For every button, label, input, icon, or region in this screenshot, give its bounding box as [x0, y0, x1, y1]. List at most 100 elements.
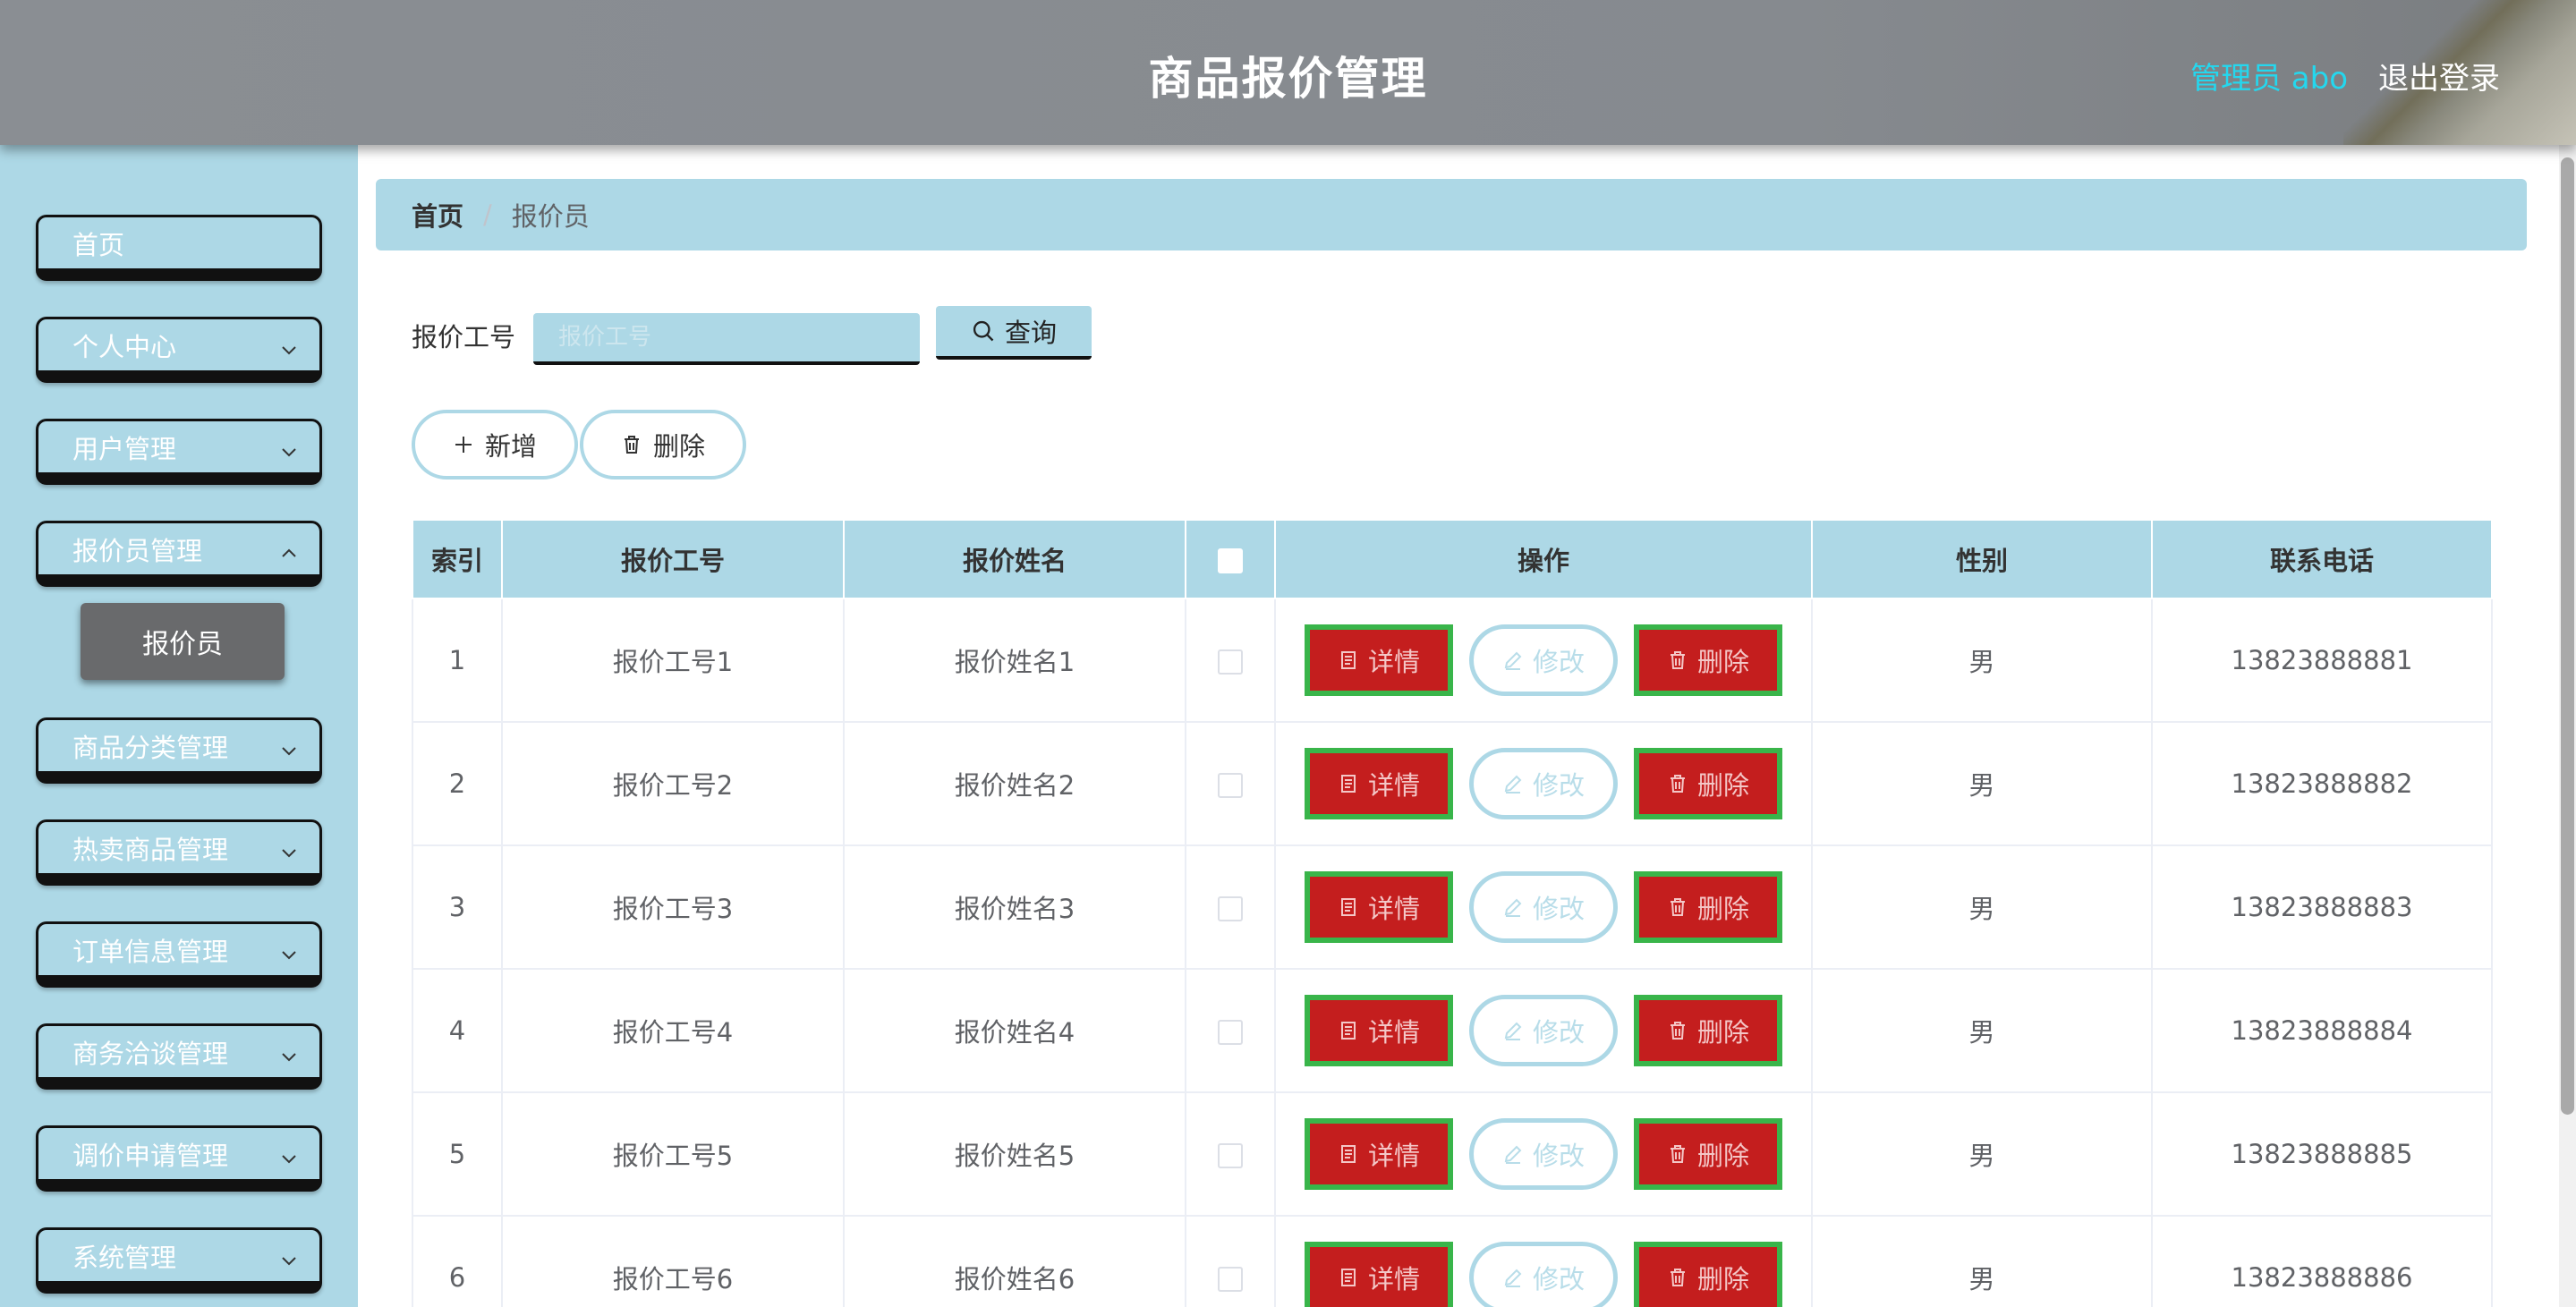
row-checkbox[interactable] [1218, 1020, 1243, 1045]
row-checkbox[interactable] [1218, 896, 1243, 921]
breadcrumb-current: 报价员 [511, 201, 590, 232]
cell-index: 1 [412, 598, 503, 723]
delete-button[interactable]: 删除 [1634, 1118, 1782, 1190]
edit-button[interactable]: 修改 [1469, 624, 1618, 696]
edit-button-label: 修改 [1532, 894, 1585, 924]
edit-button-label: 修改 [1532, 1141, 1585, 1171]
detail-button[interactable]: 详情 [1305, 995, 1453, 1066]
sidebar-item-system-management[interactable]: 系统管理 [36, 1227, 322, 1294]
trash-icon [1670, 775, 1685, 793]
sidebar-item-category-management[interactable]: 商品分类管理 [36, 717, 322, 784]
sidebar-item-hot-goods-management[interactable]: 热卖商品管理 [36, 819, 322, 886]
trash-icon [1670, 1269, 1685, 1286]
data-table-wrapper: 索引 报价工号 报价姓名 操作 性别 联系电话 1 报价工号1 报价姓名1 详情 [412, 519, 2493, 1307]
sidebar-item-negotiation-management[interactable]: 商务洽谈管理 [36, 1023, 322, 1090]
sidebar-item-personal-center[interactable]: 个人中心 [36, 317, 322, 383]
delete-button[interactable]: 删除 [1634, 871, 1782, 943]
row-checkbox[interactable] [1218, 773, 1243, 798]
chevron-down-icon [282, 346, 296, 355]
edit-icon [1504, 651, 1522, 670]
batch-delete-button[interactable]: 删除 [580, 410, 746, 480]
sidebar-item-home[interactable]: 首页 [36, 215, 322, 281]
row-actions: 详情 修改 删除 [1276, 1118, 1811, 1190]
current-user[interactable]: 管理员 abo [2190, 54, 2348, 98]
cell-select [1186, 1216, 1276, 1307]
edit-button-label: 修改 [1532, 647, 1585, 677]
cell-code: 报价工号1 [502, 598, 845, 723]
cell-index: 3 [412, 845, 503, 970]
row-checkbox[interactable] [1218, 649, 1243, 675]
cell-actions: 详情 修改 删除 [1275, 722, 1813, 846]
column-header-phone: 联系电话 [2151, 519, 2493, 599]
cell-code: 报价工号3 [502, 845, 845, 970]
table-header-row: 索引 报价工号 报价姓名 操作 性别 联系电话 [412, 519, 2493, 599]
delete-button[interactable]: 删除 [1634, 995, 1782, 1066]
row-checkbox[interactable] [1218, 1143, 1243, 1168]
edit-button[interactable]: 修改 [1469, 871, 1618, 943]
row-actions: 详情 修改 删除 [1276, 1242, 1811, 1307]
cell-name: 报价姓名5 [844, 1092, 1186, 1217]
trash-icon [624, 436, 639, 454]
cell-gender: 男 [1812, 1092, 2153, 1217]
sidebar-item-label: 用户管理 [72, 433, 177, 464]
table-row: 5 报价工号5 报价姓名5 详情 修改 删除 男 13823888885 [412, 1092, 2493, 1217]
detail-button-label: 详情 [1367, 1141, 1420, 1171]
sidebar-item-price-adjust-management[interactable]: 调价申请管理 [36, 1125, 322, 1192]
edit-button[interactable]: 修改 [1469, 1242, 1618, 1307]
breadcrumb: 首页 / 报价员 [376, 179, 2527, 250]
edit-button-label: 修改 [1532, 1017, 1585, 1048]
sidebar-item-quoter-management[interactable]: 报价员管理 [36, 521, 322, 587]
delete-button-label: 删除 [1696, 770, 1749, 801]
sidebar-item-user-management[interactable]: 用户管理 [36, 419, 322, 485]
cell-phone: 13823888886 [2152, 1216, 2493, 1307]
cell-gender: 男 [1812, 1216, 2153, 1307]
cell-index: 6 [412, 1216, 503, 1307]
detail-button[interactable]: 详情 [1305, 871, 1453, 943]
cell-phone: 13823888881 [2152, 598, 2493, 723]
search-button[interactable]: 查询 [936, 306, 1092, 360]
document-icon [1340, 1145, 1356, 1163]
document-icon [1340, 775, 1356, 793]
cell-index: 4 [412, 969, 503, 1093]
detail-button[interactable]: 详情 [1305, 748, 1453, 819]
select-all-checkbox[interactable] [1218, 548, 1243, 573]
table-row: 3 报价工号3 报价姓名3 详情 修改 删除 男 13823888883 [412, 845, 2493, 970]
cell-actions: 详情 修改 删除 [1275, 969, 1813, 1093]
breadcrumb-home[interactable]: 首页 [412, 196, 463, 233]
row-actions: 详情 修改 删除 [1276, 748, 1811, 819]
delete-button[interactable]: 删除 [1634, 748, 1782, 819]
edit-button[interactable]: 修改 [1469, 1118, 1618, 1190]
sidebar-item-label: 热卖商品管理 [72, 834, 229, 865]
detail-button[interactable]: 详情 [1305, 1242, 1453, 1307]
delete-button-label: 删除 [1696, 1141, 1749, 1171]
edit-icon [1504, 1022, 1522, 1040]
add-button[interactable]: 新增 [412, 410, 578, 480]
table-row: 2 报价工号2 报价姓名2 详情 修改 删除 男 13823888882 [412, 722, 2493, 846]
trash-icon [1670, 1022, 1685, 1040]
chevron-down-icon [282, 849, 296, 858]
detail-button[interactable]: 详情 [1305, 624, 1453, 696]
cell-name: 报价姓名1 [844, 598, 1186, 723]
cell-phone: 13823888883 [2152, 845, 2493, 970]
breadcrumb-separator: / [483, 199, 492, 230]
sidebar-item-order-management[interactable]: 订单信息管理 [36, 921, 322, 988]
detail-button[interactable]: 详情 [1305, 1118, 1453, 1190]
logout-link[interactable]: 退出登录 [2378, 54, 2500, 98]
cell-code: 报价工号6 [502, 1216, 845, 1307]
add-button-label: 新增 [484, 431, 537, 462]
row-checkbox[interactable] [1218, 1267, 1243, 1292]
search-input[interactable] [533, 313, 920, 365]
delete-button[interactable]: 删除 [1634, 1242, 1782, 1307]
cell-actions: 详情 修改 删除 [1275, 598, 1813, 723]
cell-phone: 13823888885 [2152, 1092, 2493, 1217]
cell-select [1186, 969, 1276, 1093]
delete-button-label: 删除 [1696, 647, 1749, 677]
detail-button-label: 详情 [1367, 894, 1420, 924]
column-header-gender: 性别 [1811, 519, 2153, 599]
cell-select [1186, 1092, 1276, 1217]
scrollbar-thumb[interactable] [2561, 157, 2574, 1115]
delete-button[interactable]: 删除 [1634, 624, 1782, 696]
edit-button[interactable]: 修改 [1469, 995, 1618, 1066]
edit-button[interactable]: 修改 [1469, 748, 1618, 819]
sidebar-subitem-quoter[interactable]: 报价员 [81, 603, 285, 680]
